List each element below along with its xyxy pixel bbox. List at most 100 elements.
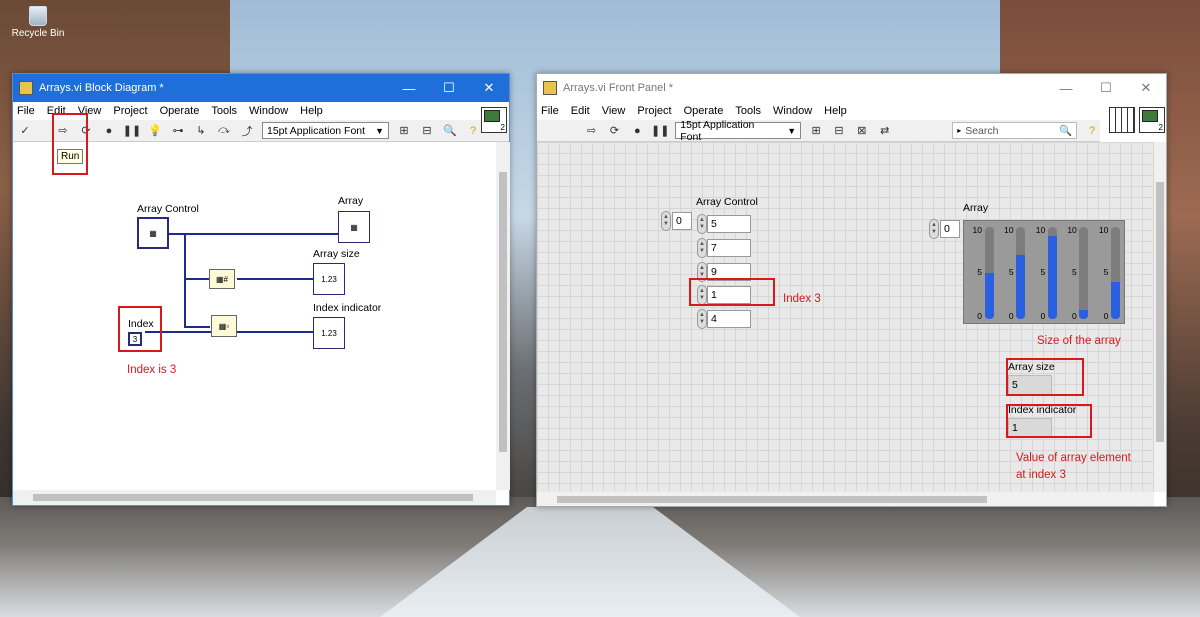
array-control-element-1[interactable]: ▲ ▼ 7 [697, 238, 751, 258]
block-diagram-titlebar[interactable]: Arrays.vi Block Diagram * — ☐ ✕ [13, 74, 509, 102]
tank-scale: 10 5 0 [998, 225, 1016, 321]
index-indicator-terminal[interactable]: 1.23 [313, 317, 345, 349]
search-icon: 🔍 [1059, 125, 1073, 137]
array-control-index-value[interactable]: 0 [672, 212, 692, 230]
menu-project[interactable]: Project [637, 105, 671, 117]
array-control-element-0[interactable]: ▲ ▼ 5 [697, 214, 751, 234]
reorder-icon[interactable]: ⇄ [877, 123, 893, 139]
vi-icon [484, 110, 500, 122]
step-over-icon[interactable]: ⤼ [216, 123, 232, 139]
vertical-scroll-thumb[interactable] [1156, 182, 1164, 442]
minimize-icon[interactable]: — [1046, 74, 1086, 102]
menu-operate[interactable]: Operate [684, 105, 724, 117]
front-panel-canvas[interactable]: Array Control ▲ ▼ 0 ▲ ▼ 5 ▲ ▼ 7 ▲ ▼ 9 ▲ ▼ 1 ▲… [537, 142, 1154, 492]
pause-icon[interactable]: ❚❚ [651, 123, 669, 139]
abort-icon[interactable]: ● [101, 123, 117, 139]
menu-help[interactable]: Help [824, 105, 847, 117]
menu-window[interactable]: Window [773, 105, 812, 117]
size-out-wire [237, 278, 313, 280]
menu-window[interactable]: Window [249, 105, 288, 117]
element-value[interactable]: 5 [707, 215, 751, 233]
menu-view[interactable]: View [602, 105, 626, 117]
block-diagram-horizontal-scrollbar[interactable] [13, 490, 496, 505]
array-size-function[interactable]: ▦# [209, 269, 235, 289]
connector-pane-icon[interactable]: 2 [1139, 107, 1165, 133]
tank-scale-label: 0 [1072, 311, 1077, 321]
front-panel-menubar: File Edit View Project Operate Tools Win… [537, 102, 1166, 120]
array-control-index[interactable]: ▲ ▼ 0 [661, 211, 692, 231]
tank-scale-label: 10 [1098, 225, 1109, 235]
search-arrow-icon: ▸ [957, 126, 962, 135]
vertical-scroll-thumb[interactable] [499, 172, 507, 452]
menu-help[interactable]: Help [300, 105, 323, 117]
distribute-objects-icon[interactable]: ⊟ [831, 123, 847, 139]
align-objects-icon[interactable]: ⊞ [808, 123, 824, 139]
array-indicator-label: Array [963, 202, 989, 214]
array-indicator-terminal[interactable]: ▦ [338, 211, 370, 243]
tank-scale: 10 5 0 [966, 225, 984, 321]
run-continuously-icon[interactable]: ⟳ [607, 123, 623, 139]
index-array-function[interactable]: ▦▫ [211, 315, 237, 337]
spinner-icon[interactable]: ▲ ▼ [661, 211, 671, 231]
menu-file[interactable]: File [17, 105, 35, 117]
help-icon[interactable]: ? [465, 123, 481, 139]
menu-tools[interactable]: Tools [735, 105, 761, 117]
menu-tools[interactable]: Tools [211, 105, 237, 117]
font-selector[interactable]: 15pt Application Font ▼ [675, 119, 802, 143]
horizontal-scroll-thumb[interactable] [557, 496, 987, 503]
close-icon[interactable]: ✕ [469, 74, 509, 102]
tank-fill [1079, 309, 1089, 319]
array-indicator-index-value[interactable]: 0 [940, 220, 960, 238]
tank-scale-label: 5 [1040, 267, 1046, 277]
distribute-objects-icon[interactable]: ⊟ [419, 123, 435, 139]
search-field[interactable]: ▸ Search 🔍 [952, 122, 1078, 139]
maximize-icon[interactable]: ☐ [1086, 74, 1126, 102]
spinner-icon[interactable]: ▲ ▼ [697, 309, 707, 329]
minimize-icon[interactable]: — [389, 74, 429, 102]
close-icon[interactable]: ✕ [1126, 74, 1166, 102]
search-placeholder: Search [965, 124, 999, 137]
front-panel-horizontal-scrollbar[interactable] [537, 492, 1154, 506]
index-indicator-highlight-box [1006, 404, 1092, 438]
array-size-terminal[interactable]: 1.23 [313, 263, 345, 295]
spinner-icon[interactable]: ▲ ▼ [929, 219, 939, 239]
highlight-execution-icon[interactable]: 💡 [147, 123, 163, 139]
menu-file[interactable]: File [541, 105, 559, 117]
search-icon[interactable]: 🔍 [442, 123, 458, 139]
front-panel-titlebar[interactable]: Arrays.vi Front Panel * — ☐ ✕ [537, 74, 1166, 102]
array-control-terminal[interactable]: ▦ [137, 217, 169, 249]
menu-edit[interactable]: Edit [571, 105, 590, 117]
block-diagram-vertical-scrollbar[interactable] [496, 142, 510, 490]
step-into-icon[interactable]: ↳ [193, 123, 209, 139]
array-indicator-index[interactable]: ▲ ▼ 0 [929, 219, 960, 239]
menu-operate[interactable]: Operate [160, 105, 200, 117]
array-size-label: Array size [313, 248, 360, 260]
index-array-wire [184, 326, 210, 328]
horizontal-scroll-thumb[interactable] [33, 494, 473, 501]
index-out-wire [237, 331, 313, 333]
menu-project[interactable]: Project [113, 105, 147, 117]
step-out-icon[interactable]: ⤴ [239, 123, 255, 139]
connector-pane-icon[interactable]: 2 [481, 107, 507, 133]
align-objects-icon[interactable]: ⊞ [396, 123, 412, 139]
recycle-bin[interactable]: Recycle Bin [6, 6, 70, 39]
abort-icon[interactable]: ● [629, 123, 645, 139]
retain-wire-values-icon[interactable]: ⊶ [170, 123, 186, 139]
element-value[interactable]: 4 [707, 310, 751, 328]
maximize-icon[interactable]: ☐ [429, 74, 469, 102]
tank-scale: 10 5 0 [1092, 225, 1110, 321]
resize-objects-icon[interactable]: ⊠ [854, 123, 870, 139]
connector-pane-grid-icon[interactable] [1109, 107, 1135, 133]
spinner-icon[interactable]: ▲ ▼ [697, 214, 707, 234]
font-selector[interactable]: 15pt Application Font ▼ [262, 122, 389, 139]
array-control-element-4[interactable]: ▲ ▼ 4 [697, 309, 751, 329]
element-value[interactable]: 7 [707, 239, 751, 257]
front-panel-vertical-scrollbar[interactable] [1154, 142, 1166, 492]
spinner-icon[interactable]: ▲ ▼ [697, 238, 707, 258]
help-icon[interactable]: ? [1084, 123, 1100, 139]
block-diagram-canvas[interactable]: Run Array Control ▦ Array ▦ ▦# Array siz… [13, 113, 496, 490]
pause-icon[interactable]: ❚❚ [123, 123, 141, 139]
checkmark-icon[interactable]: ✓ [17, 123, 33, 139]
run-icon[interactable]: ⇨ [584, 123, 600, 139]
chevron-down-icon: ▼ [375, 125, 384, 136]
